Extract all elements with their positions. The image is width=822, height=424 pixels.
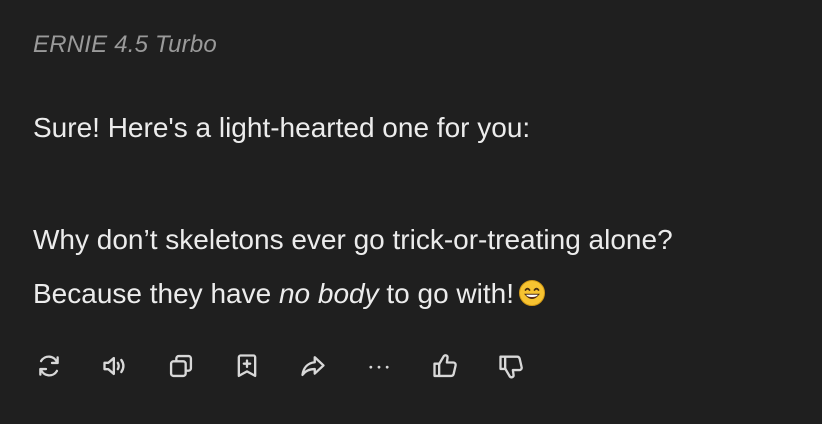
more-options-button[interactable] bbox=[364, 351, 394, 381]
joke-answer-emphasis: no body bbox=[278, 278, 379, 309]
copy-button[interactable] bbox=[166, 351, 196, 381]
joke-answer-end: to go with! bbox=[378, 278, 514, 309]
thumbs-up-icon bbox=[433, 354, 457, 378]
message-actions bbox=[34, 350, 526, 382]
bookmark-add-icon bbox=[237, 354, 257, 378]
assistant-message: ERNIE 4.5 Turbo Sure! Here's a light-hea… bbox=[0, 0, 822, 424]
dislike-button[interactable] bbox=[496, 351, 526, 381]
joke-answer: Because they have no body to go with! bbox=[33, 274, 803, 314]
share-icon bbox=[301, 356, 325, 377]
grinning-face-emoji bbox=[519, 280, 545, 306]
save-button[interactable] bbox=[232, 351, 262, 381]
model-name: ERNIE 4.5 Turbo bbox=[33, 31, 217, 58]
speaker-icon bbox=[103, 356, 125, 376]
thumbs-down-icon bbox=[499, 355, 523, 379]
message-body: Sure! Here's a light-hearted one for you… bbox=[33, 108, 803, 314]
joke-answer-start: Because they have bbox=[33, 278, 279, 309]
ellipsis-icon bbox=[369, 365, 389, 369]
regenerate-button[interactable] bbox=[34, 351, 64, 381]
like-button[interactable] bbox=[430, 351, 460, 381]
copy-icon bbox=[169, 354, 193, 378]
read-aloud-button[interactable] bbox=[100, 351, 130, 381]
refresh-icon bbox=[39, 355, 59, 377]
joke-question: Why don’t skeletons ever go trick-or-tre… bbox=[33, 224, 673, 255]
intro-text: Sure! Here's a light-hearted one for you… bbox=[33, 112, 531, 143]
share-button[interactable] bbox=[298, 351, 328, 381]
